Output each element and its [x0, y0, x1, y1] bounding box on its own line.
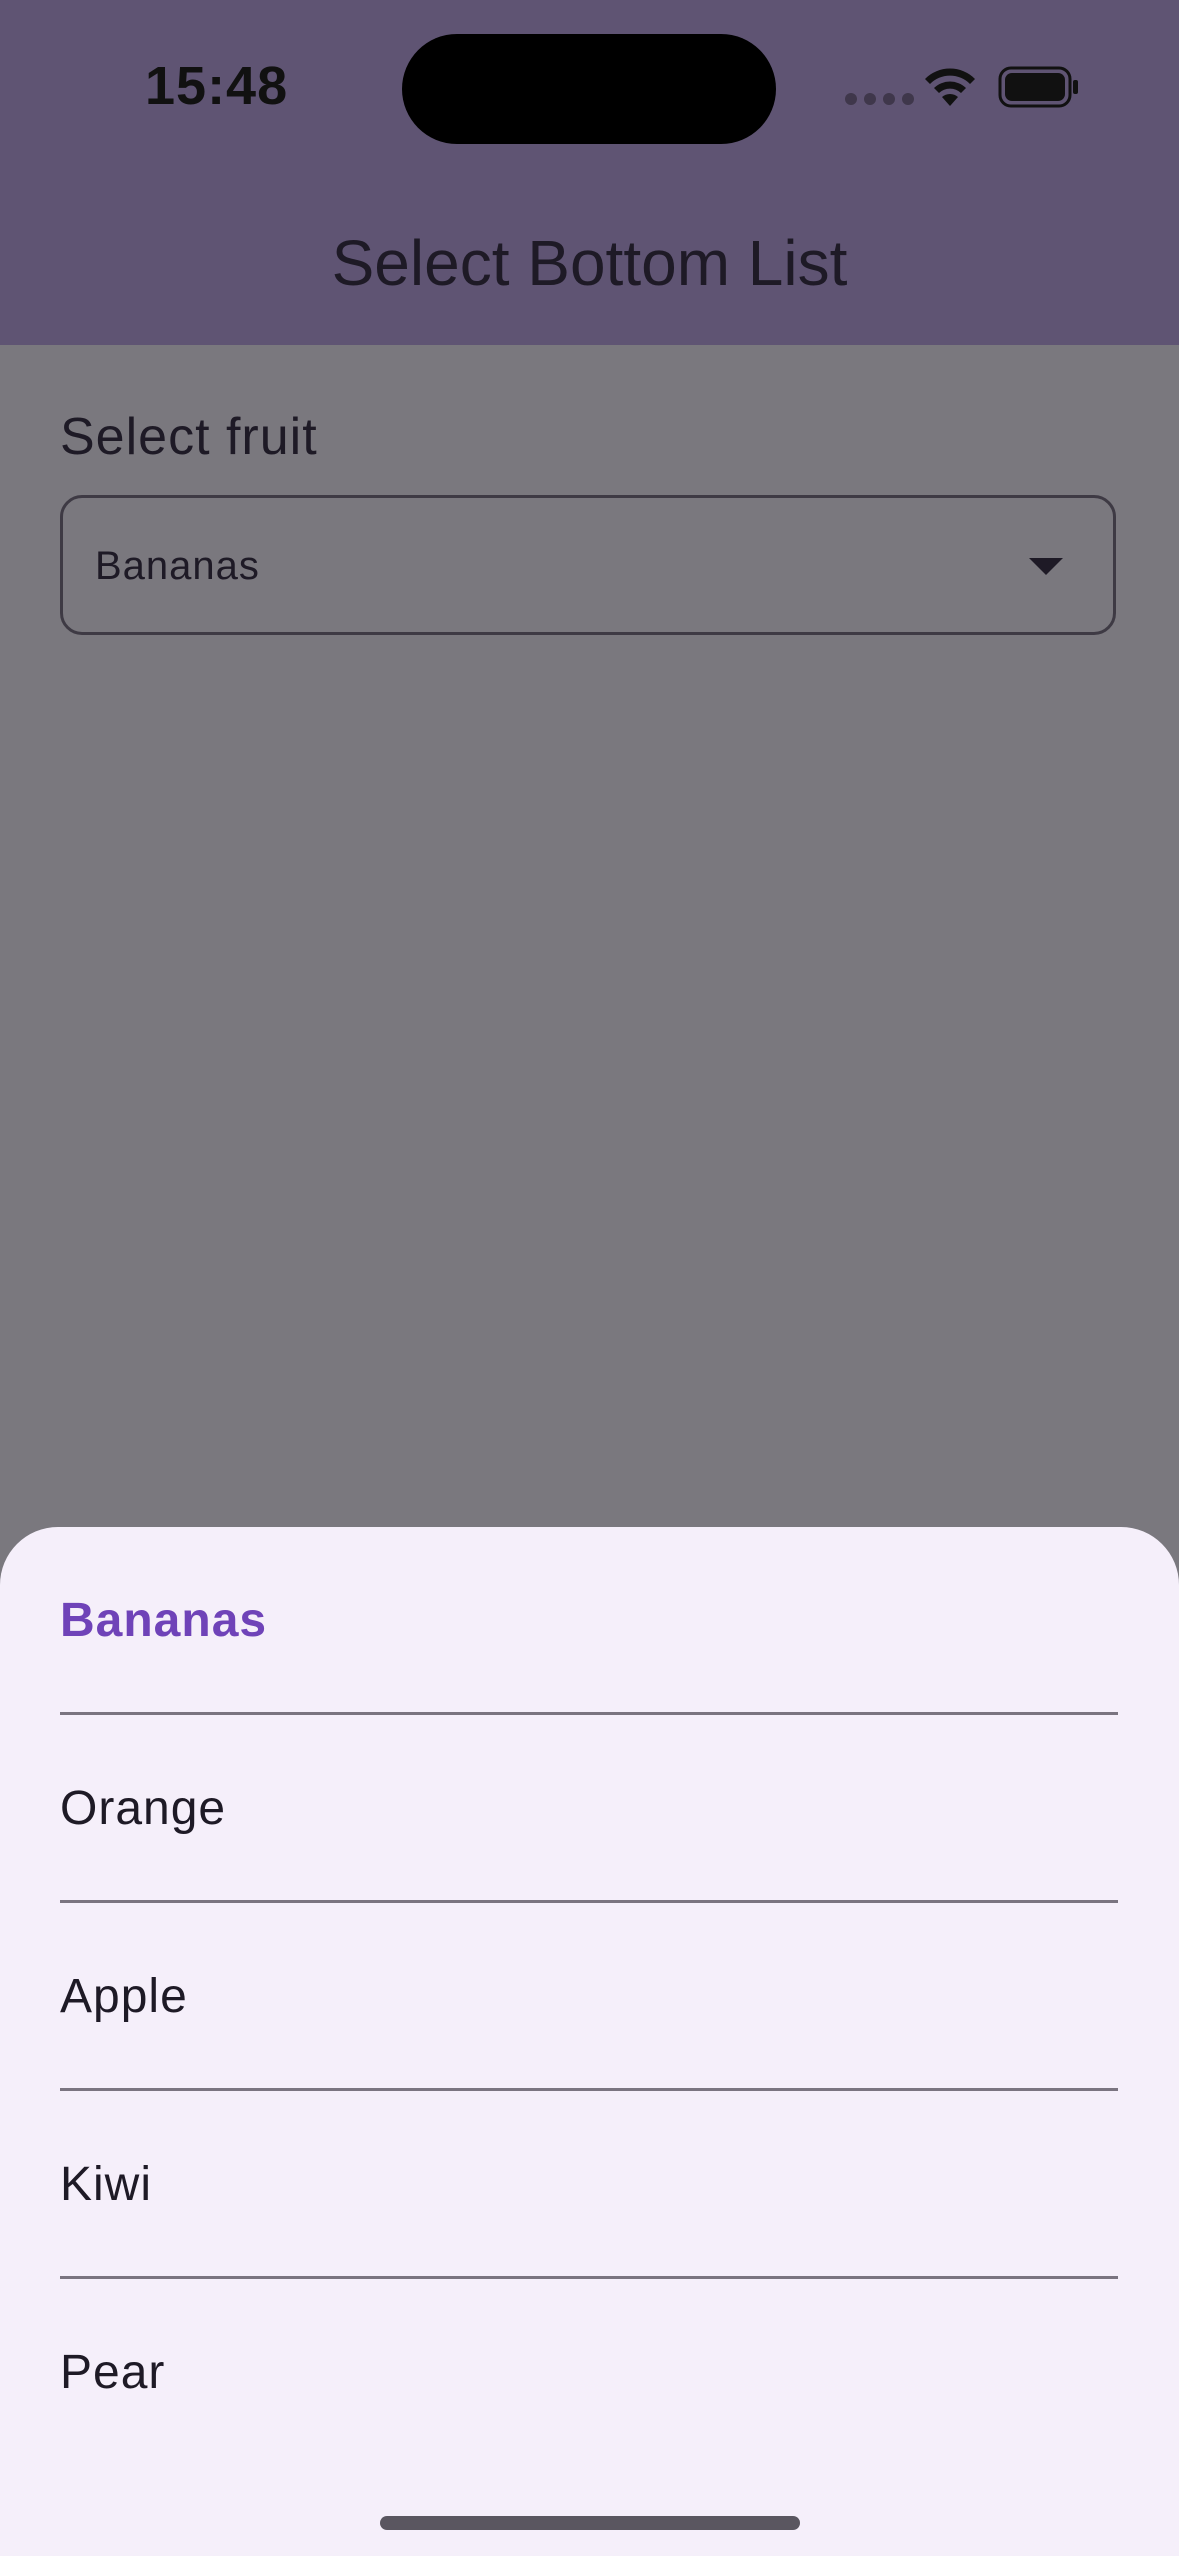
main-content: Select fruit Bananas: [0, 345, 1179, 1545]
sheet-item-orange[interactable]: Orange: [60, 1715, 1118, 1903]
sheet-item-pear[interactable]: Pear: [60, 2279, 1118, 2467]
sheet-item-label: Orange: [60, 1782, 227, 1835]
sheet-item-kiwi[interactable]: Kiwi: [60, 2091, 1118, 2279]
status-bar: 15:48: [0, 0, 1179, 200]
dynamic-island: [402, 34, 776, 144]
sheet-item-bananas[interactable]: Bananas: [60, 1527, 1118, 1715]
sheet-item-label: Kiwi: [60, 2158, 153, 2211]
battery-icon: [998, 66, 1078, 108]
sheet-item-label: Apple: [60, 1970, 188, 2023]
sheet-item-label: Pear: [60, 2346, 166, 2399]
chevron-down-icon: [1029, 558, 1063, 575]
sheet-item-label: Bananas: [60, 1594, 268, 1647]
fruit-field-label: Select fruit: [60, 408, 318, 466]
bottom-sheet: Bananas Orange Apple Kiwi Pear: [0, 1527, 1179, 2556]
home-indicator[interactable]: [380, 2516, 800, 2530]
wifi-icon: [925, 68, 975, 106]
app-bar: Select Bottom List: [0, 200, 1179, 345]
dropdown-selected-value: Bananas: [95, 544, 260, 588]
page-title: Select Bottom List: [331, 227, 848, 299]
cellular-signal-icon: [845, 93, 914, 105]
status-time: 15:48: [145, 56, 289, 116]
fruit-dropdown[interactable]: Bananas: [60, 495, 1116, 635]
sheet-item-apple[interactable]: Apple: [60, 1903, 1118, 2091]
